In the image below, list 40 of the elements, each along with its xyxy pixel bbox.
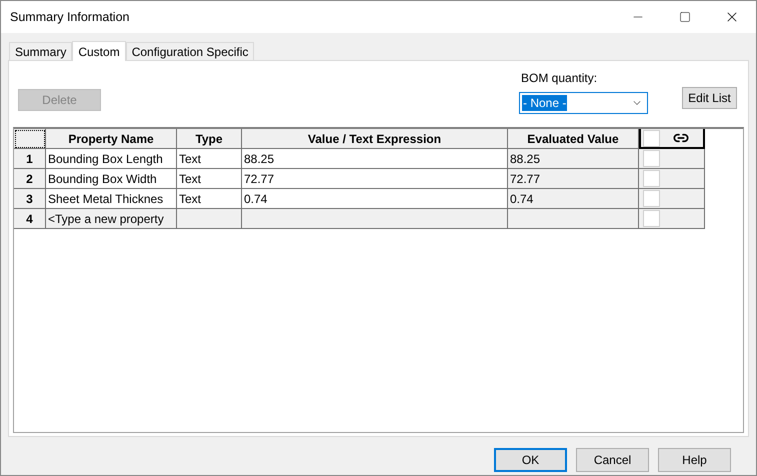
table-cell: Text bbox=[177, 149, 242, 169]
window-title: Summary Information bbox=[10, 8, 130, 26]
dialog-button[interactable]: OK bbox=[494, 448, 567, 472]
table-cell: 88.25 bbox=[242, 149, 508, 169]
column-header[interactable]: Property Name bbox=[46, 129, 177, 149]
table-cell: Sheet Metal Thicknes bbox=[46, 189, 177, 209]
tab[interactable]: Configuration Specific bbox=[126, 42, 254, 60]
table-cell: 72.77 bbox=[508, 169, 639, 189]
column-header[interactable]: Type bbox=[177, 129, 242, 149]
column-header[interactable]: Evaluated Value bbox=[508, 129, 639, 149]
edit-list-button[interactable]: Edit List bbox=[682, 87, 737, 109]
bom-quantity-label: BOM quantity: bbox=[521, 70, 598, 87]
tab[interactable]: Custom bbox=[72, 41, 126, 61]
maximize-icon[interactable] bbox=[679, 11, 691, 23]
table-cell: 0.74 bbox=[508, 189, 639, 209]
table-cell bbox=[177, 209, 242, 229]
corner-cell bbox=[14, 129, 46, 149]
bom-quantity-dropdown[interactable]: - None - bbox=[519, 92, 648, 114]
row-number[interactable]: 3 bbox=[14, 189, 46, 209]
checkbox[interactable] bbox=[643, 130, 660, 146]
row-number[interactable]: 2 bbox=[14, 169, 46, 189]
checkbox[interactable] bbox=[643, 150, 660, 167]
column-header[interactable] bbox=[639, 129, 705, 149]
table-cell: Text bbox=[177, 189, 242, 209]
checkbox[interactable] bbox=[643, 210, 660, 227]
table-cell: Bounding Box Length bbox=[46, 149, 177, 169]
row-number[interactable]: 4 bbox=[14, 209, 46, 229]
checkbox[interactable] bbox=[643, 190, 660, 207]
column-header[interactable]: Value / Text Expression bbox=[242, 129, 508, 149]
table-cell: Text bbox=[177, 169, 242, 189]
row-number[interactable]: 1 bbox=[14, 149, 46, 169]
table-cell: 0.74 bbox=[242, 189, 508, 209]
table-cell: 88.25 bbox=[508, 149, 639, 169]
table-cell: Bounding Box Width bbox=[46, 169, 177, 189]
table-cell: 72.77 bbox=[242, 169, 508, 189]
table-cell[interactable]: <Type a new property bbox=[46, 209, 177, 229]
dialog-button[interactable]: Help bbox=[658, 448, 731, 472]
dialog-button[interactable]: Cancel bbox=[576, 448, 649, 472]
tab[interactable]: Summary bbox=[9, 42, 72, 60]
checkbox[interactable] bbox=[643, 170, 660, 187]
